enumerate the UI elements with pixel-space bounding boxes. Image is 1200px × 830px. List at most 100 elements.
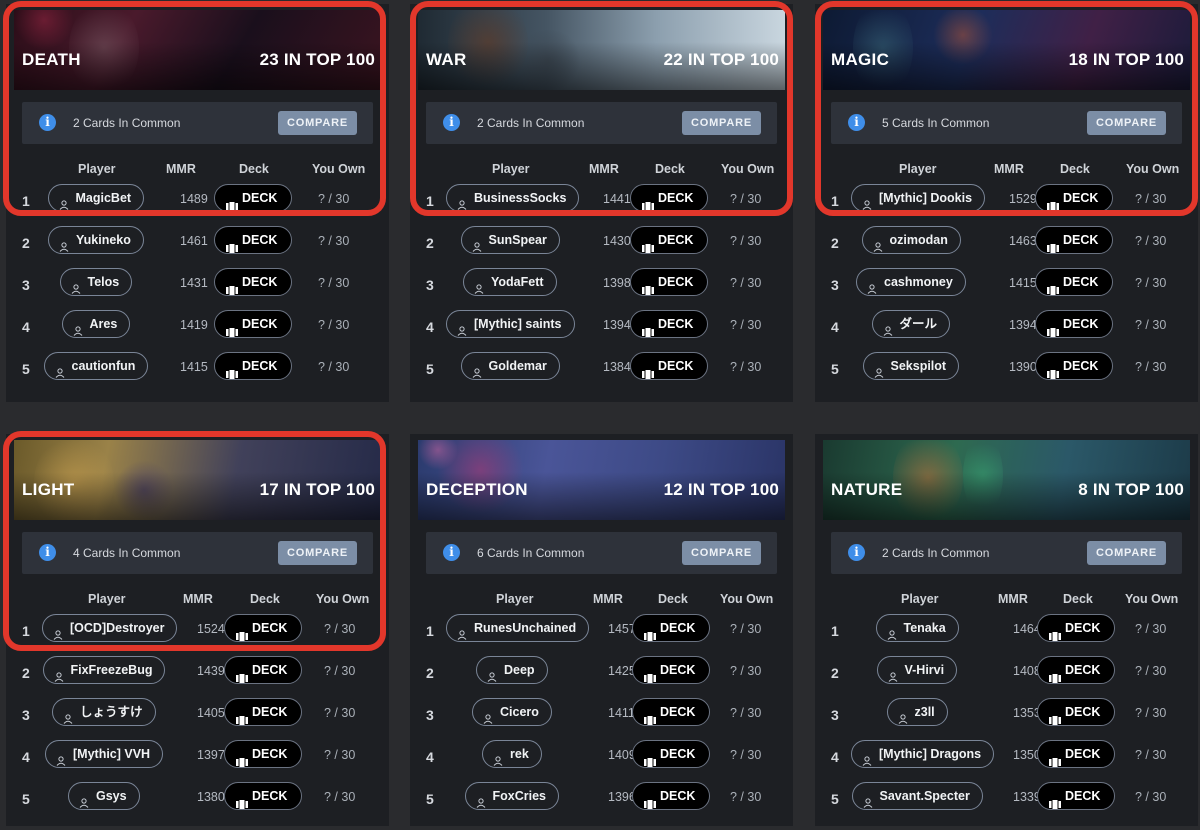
deck-button[interactable]: DECK: [224, 740, 302, 768]
deck-button[interactable]: DECK: [1037, 614, 1115, 642]
compare-button[interactable]: COMPARE: [278, 111, 357, 135]
deck-button[interactable]: DECK: [214, 268, 292, 296]
player-button[interactable]: FoxCries: [464, 782, 559, 810]
deck-button[interactable]: DECK: [632, 740, 710, 768]
player-button[interactable]: rek: [482, 740, 542, 768]
rank-number: 2: [831, 665, 839, 681]
deck-cards-icon: [642, 320, 654, 337]
player-button[interactable]: [Mythic] saints: [446, 310, 575, 338]
player-button[interactable]: BusinessSocks: [446, 184, 580, 212]
compare-button[interactable]: COMPARE: [1087, 111, 1166, 135]
info-icon[interactable]: i: [848, 544, 865, 561]
info-icon[interactable]: i: [848, 114, 865, 131]
you-own-value: ? / 30: [318, 360, 350, 374]
deck-button[interactable]: DECK: [224, 782, 302, 810]
deck-button[interactable]: DECK: [214, 184, 292, 212]
deck-button[interactable]: DECK: [632, 656, 710, 684]
info-icon[interactable]: i: [443, 114, 460, 131]
deck-button[interactable]: DECK: [1037, 698, 1115, 726]
player-button[interactable]: Gsys: [68, 782, 140, 810]
player-button[interactable]: SunSpear: [460, 226, 560, 254]
player-button[interactable]: ozimodan: [861, 226, 961, 254]
deck-button[interactable]: DECK: [224, 656, 302, 684]
deck-button[interactable]: DECK: [224, 614, 302, 642]
deck-button[interactable]: DECK: [632, 782, 710, 810]
player-button[interactable]: Sekspilot: [862, 352, 960, 380]
leaderboard-row: 4 [Mythic] VVH 1397 DECK ? / 30: [6, 736, 389, 778]
player-button[interactable]: Cicero: [472, 698, 552, 726]
deck-button[interactable]: DECK: [214, 310, 292, 338]
player-button[interactable]: FixFreezeBug: [42, 656, 166, 684]
player-button[interactable]: Yukineko: [48, 226, 144, 254]
deck-button[interactable]: DECK: [1037, 656, 1115, 684]
player-button[interactable]: [Mythic] Dragons: [851, 740, 995, 768]
player-button[interactable]: Telos: [59, 268, 133, 296]
compare-button[interactable]: COMPARE: [278, 541, 357, 565]
player-button[interactable]: [Mythic] VVH: [45, 740, 164, 768]
rank-number: 3: [22, 277, 30, 293]
player-name: FixFreezeBug: [70, 663, 153, 677]
player-button[interactable]: z3ll: [886, 698, 948, 726]
deck-button[interactable]: DECK: [1035, 352, 1113, 380]
player-button[interactable]: YodaFett: [463, 268, 557, 296]
faction-panel-nature: NATURE 8 IN TOP 100 i 2 Cards In Common COMP…: [815, 434, 1198, 826]
player-name: FoxCries: [492, 789, 547, 803]
deck-button[interactable]: DECK: [1035, 268, 1113, 296]
deck-button[interactable]: DECK: [630, 268, 708, 296]
rank-number: 1: [831, 623, 839, 639]
compare-button[interactable]: COMPARE: [682, 111, 761, 135]
deck-button[interactable]: DECK: [630, 310, 708, 338]
deck-cards-icon: [642, 236, 654, 253]
deck-button[interactable]: DECK: [214, 226, 292, 254]
user-icon: [887, 623, 897, 640]
user-icon: [874, 361, 884, 378]
player-button[interactable]: Ares: [61, 310, 131, 338]
faction-panel-war: WAR 22 IN TOP 100 i 2 Cards In Common COMPAR…: [410, 4, 793, 402]
deck-button[interactable]: DECK: [630, 352, 708, 380]
player-button[interactable]: しょうすけ: [52, 698, 156, 726]
player-button[interactable]: cashmoney: [856, 268, 966, 296]
deck-label: DECK: [658, 317, 694, 331]
deck-button[interactable]: DECK: [1037, 740, 1115, 768]
player-button[interactable]: Savant.Specter: [851, 782, 983, 810]
user-icon: [883, 319, 893, 336]
player-button[interactable]: cautionfun: [43, 352, 149, 380]
player-button[interactable]: [Mythic] Dookis: [851, 184, 986, 212]
player-button[interactable]: V-Hirvi: [876, 656, 958, 684]
user-icon: [457, 319, 467, 336]
column-header-player: Player: [899, 162, 937, 176]
deck-button[interactable]: DECK: [1035, 226, 1113, 254]
leaderboard-row: 1 RunesUnchained 1457 DECK? / 30: [410, 610, 793, 652]
deck-button[interactable]: DECK: [630, 226, 708, 254]
rank-number: 5: [22, 361, 30, 377]
mmr-value: 1524: [197, 622, 225, 636]
player-button[interactable]: ダール: [871, 310, 951, 338]
player-name: ダール: [899, 317, 938, 331]
compare-button[interactable]: COMPARE: [1087, 541, 1166, 565]
rank-number: 2: [22, 665, 30, 681]
player-button[interactable]: Tenaka: [875, 614, 959, 642]
deck-button[interactable]: DECK: [1035, 310, 1113, 338]
user-icon: [474, 277, 484, 294]
deck-button[interactable]: DECK: [632, 698, 710, 726]
deck-button[interactable]: DECK: [1037, 782, 1115, 810]
player-button[interactable]: RunesUnchained: [446, 614, 590, 642]
deck-button[interactable]: DECK: [214, 352, 292, 380]
player-button[interactable]: Goldemar: [460, 352, 560, 380]
player-button[interactable]: MagicBet: [47, 184, 145, 212]
player-button[interactable]: Deep: [476, 656, 548, 684]
player-name: Cicero: [500, 705, 539, 719]
user-icon: [457, 193, 467, 210]
deck-label: DECK: [1063, 275, 1099, 289]
deck-button[interactable]: DECK: [224, 698, 302, 726]
compare-button[interactable]: COMPARE: [682, 541, 761, 565]
info-icon[interactable]: i: [443, 544, 460, 561]
info-icon[interactable]: i: [39, 544, 56, 561]
you-own-value: ? / 30: [318, 234, 350, 248]
column-header-player: Player: [492, 162, 530, 176]
info-icon[interactable]: i: [39, 114, 56, 131]
player-button[interactable]: [OCD]Destroyer: [42, 614, 178, 642]
deck-button[interactable]: DECK: [1035, 184, 1113, 212]
deck-button[interactable]: DECK: [630, 184, 708, 212]
deck-button[interactable]: DECK: [632, 614, 710, 642]
